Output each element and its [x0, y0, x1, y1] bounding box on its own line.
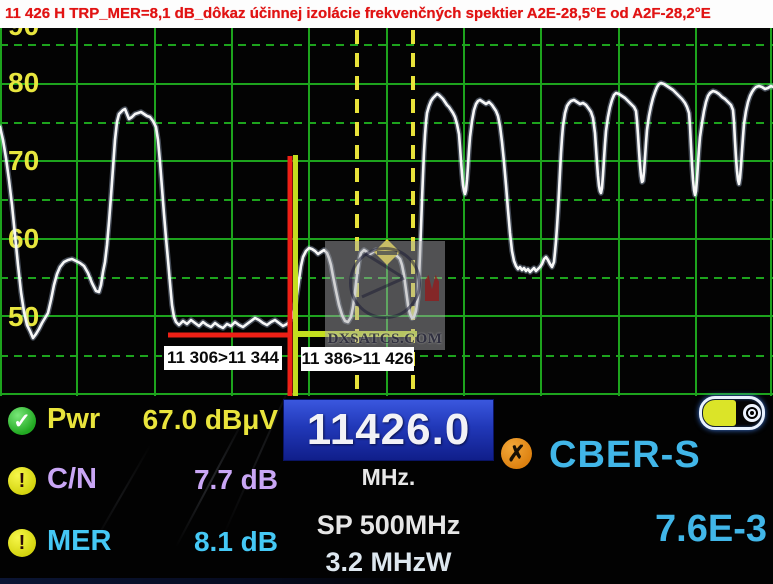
- title-bar: 11 426 H TRP_MER=8,1 dB_dôkaz účinnej iz…: [0, 0, 773, 28]
- watermark: DXSATCS.COM: [325, 241, 445, 350]
- cn-value: 7.7 dB: [110, 464, 278, 496]
- warning-glyph: !: [19, 532, 26, 555]
- error-icon: ✗: [501, 438, 532, 469]
- watermark-logo-icon: [349, 247, 421, 319]
- cber-label: CBER-S: [549, 434, 701, 477]
- svg-text:80: 80: [8, 67, 39, 98]
- marker-range-label-2: 11 386>11 426: [301, 347, 414, 371]
- span-label: SP 500MHz: [283, 510, 494, 541]
- error-glyph: ✗: [507, 441, 525, 467]
- check-icon: ✓: [8, 407, 36, 435]
- mer-label: MER: [47, 525, 111, 558]
- battery-icon: [699, 396, 765, 430]
- ber-value: 7.6E-3: [600, 508, 767, 551]
- satmeter-screen: 9080706050 DXSATCS.COM 11 306>11 344 11 …: [0, 0, 773, 584]
- screen-edge: [0, 578, 420, 584]
- frequency-display[interactable]: 11426.0: [283, 399, 494, 461]
- svg-text:70: 70: [8, 145, 39, 176]
- frequency-unit: MHz.: [283, 464, 494, 491]
- watermark-accent-icon: [425, 275, 439, 301]
- cn-label: C/N: [47, 463, 97, 496]
- battery-level: [703, 400, 736, 426]
- bandwidth-label: 3.2 MHzW: [283, 547, 494, 578]
- battery-terminal: [743, 404, 761, 422]
- status-panel: ✓ Pwr 67.0 dBμV ! C/N 7.7 dB ! MER 8.1 d…: [0, 396, 773, 584]
- marker-range-label-1: 11 306>11 344: [164, 346, 282, 370]
- watermark-text: DXSATCS.COM: [325, 331, 445, 348]
- mer-value: 8.1 dB: [110, 526, 278, 558]
- spectrum-panel: 9080706050 DXSATCS.COM 11 306>11 344 11 …: [0, 0, 773, 396]
- warning-glyph: !: [19, 470, 26, 493]
- warning-icon: !: [8, 467, 36, 495]
- pwr-value: 67.0 dBμV: [110, 404, 278, 436]
- check-glyph: ✓: [13, 409, 31, 434]
- warning-icon: !: [8, 529, 36, 557]
- pwr-label: Pwr: [47, 403, 100, 436]
